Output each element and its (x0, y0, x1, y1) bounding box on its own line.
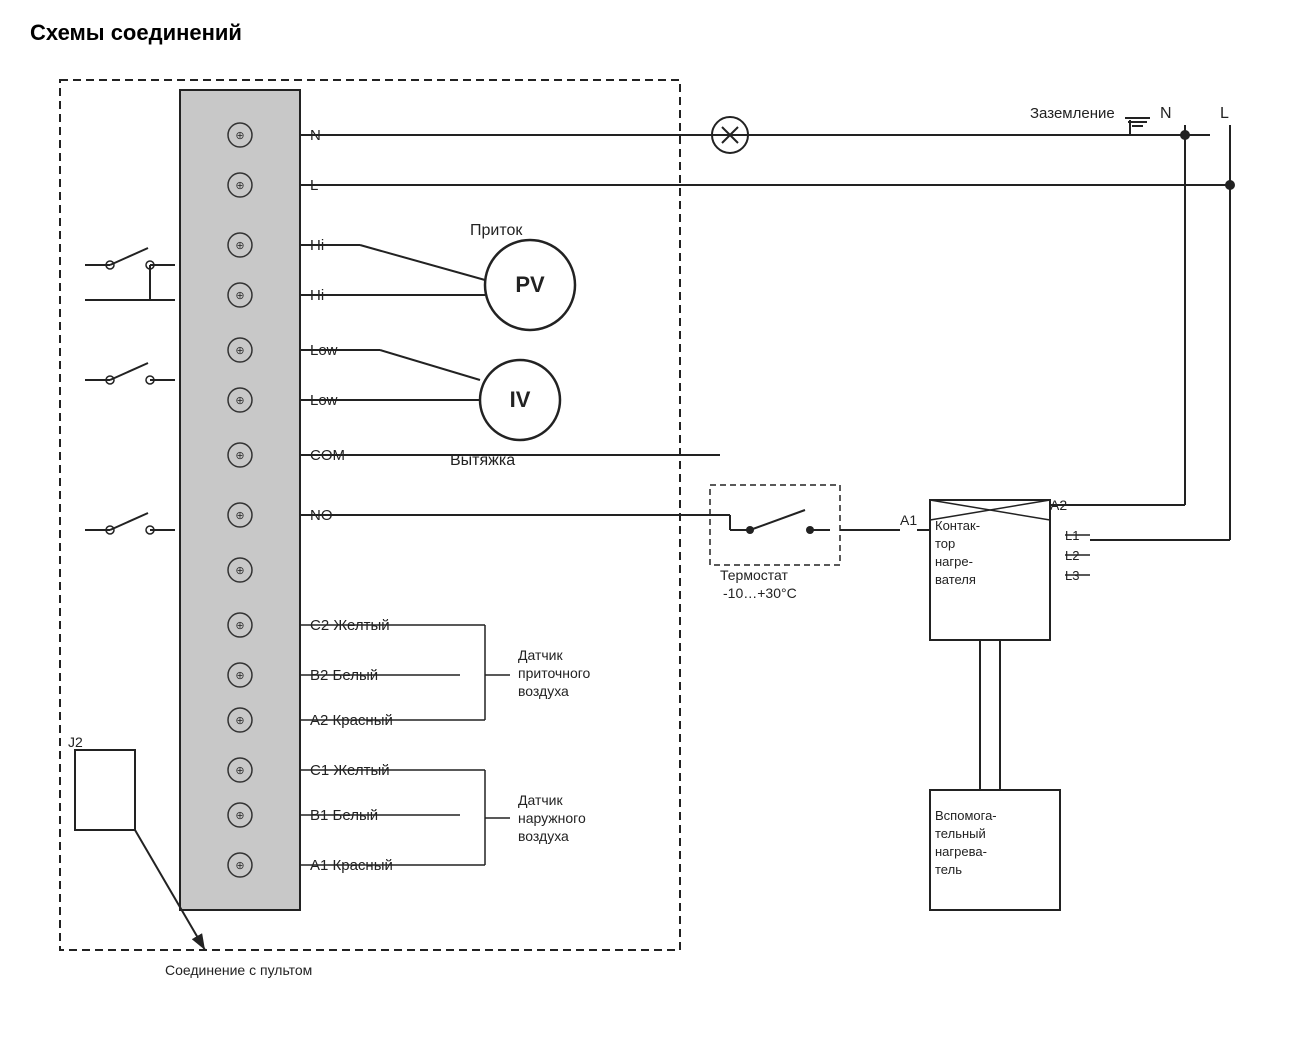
svg-text:⊕: ⊕ (235, 290, 244, 302)
supply-air-sensor-line3: воздуха (518, 683, 569, 699)
wiring-diagram: ⊕ ⊕ ⊕ ⊕ ⊕ ⊕ ⊕ ⊕ ⊕ ⊕ ⊕ ⊕ ⊕ (30, 70, 1260, 1020)
svg-text:⊕: ⊕ (235, 240, 244, 252)
contactor-line4: вателя (935, 572, 976, 587)
aux-heater-line4: тель (935, 862, 962, 877)
page-title: Схемы соединений (30, 20, 1260, 46)
svg-text:⊕: ⊕ (235, 670, 244, 682)
aux-heater-line3: нагрева- (935, 844, 987, 859)
svg-text:⊕: ⊕ (235, 395, 244, 407)
svg-text:⊕: ⊕ (235, 565, 244, 577)
diagram-container: Схемы соединений ⊕ ⊕ ⊕ ⊕ ⊕ ⊕ ⊕ ⊕ ⊕ (30, 20, 1260, 1020)
outdoor-air-sensor-line1: Датчик (518, 792, 563, 808)
contactor-line3: нагре- (935, 554, 973, 569)
svg-text:⊕: ⊕ (235, 765, 244, 777)
outdoor-air-sensor-line2: наружного (518, 810, 586, 826)
thermostat-range: -10…+30°С (723, 585, 797, 601)
PV-label: PV (515, 272, 545, 297)
aux-heater-line2: тельный (935, 826, 986, 841)
svg-text:⊕: ⊕ (235, 450, 244, 462)
svg-text:⊕: ⊕ (235, 345, 244, 357)
supply-air-sensor-line2: приточного (518, 665, 591, 681)
L-top-label: L (1220, 105, 1229, 122)
aux-heater-line1: Вспомога- (935, 808, 997, 823)
pritok-label: Приток (470, 222, 523, 239)
svg-text:⊕: ⊕ (235, 130, 244, 142)
J2-label: J2 (68, 734, 83, 750)
N-top-label: N (1160, 105, 1172, 122)
contactor-line2: тор (935, 536, 955, 551)
supply-air-sensor-line1: Датчик (518, 647, 563, 663)
svg-text:⊕: ⊕ (235, 810, 244, 822)
svg-text:⊕: ⊕ (235, 620, 244, 632)
svg-text:⊕: ⊕ (235, 860, 244, 872)
svg-text:⊕: ⊕ (235, 715, 244, 727)
svg-text:⊕: ⊕ (235, 510, 244, 522)
connection-label: Соединение с пультом (165, 962, 312, 978)
grounding-label: Заземление (1030, 105, 1115, 122)
IV-label: IV (510, 387, 531, 412)
contactor-line1: Контак- (935, 518, 980, 533)
svg-text:⊕: ⊕ (235, 180, 244, 192)
outdoor-air-sensor-line3: воздуха (518, 828, 569, 844)
thermostat-label: Термостат (720, 567, 788, 583)
A1-label: A1 (900, 512, 917, 528)
